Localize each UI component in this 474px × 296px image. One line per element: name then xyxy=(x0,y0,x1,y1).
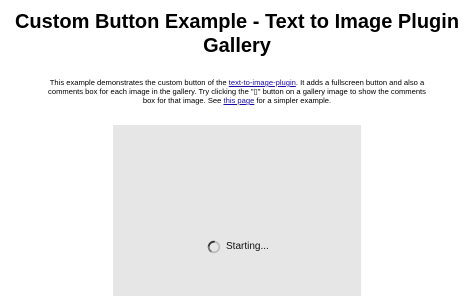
page: Custom Button Example - Text to Image Pl… xyxy=(0,0,474,296)
page-description: This example demonstrates the custom but… xyxy=(48,78,426,105)
description-text-3: for a simpler example. xyxy=(254,96,332,105)
text-to-image-plugin-link[interactable]: text-to-image-plugin xyxy=(229,78,296,87)
description-text-1: This example demonstrates the custom but… xyxy=(49,78,229,87)
loading-indicator: Starting... xyxy=(207,239,269,255)
loading-spinner-icon xyxy=(207,240,221,254)
image-gallery: Starting... xyxy=(113,125,361,296)
this-page-link[interactable]: this page xyxy=(223,96,254,105)
loading-status-text: Starting... xyxy=(226,241,269,252)
page-title: Custom Button Example - Text to Image Pl… xyxy=(14,11,460,57)
